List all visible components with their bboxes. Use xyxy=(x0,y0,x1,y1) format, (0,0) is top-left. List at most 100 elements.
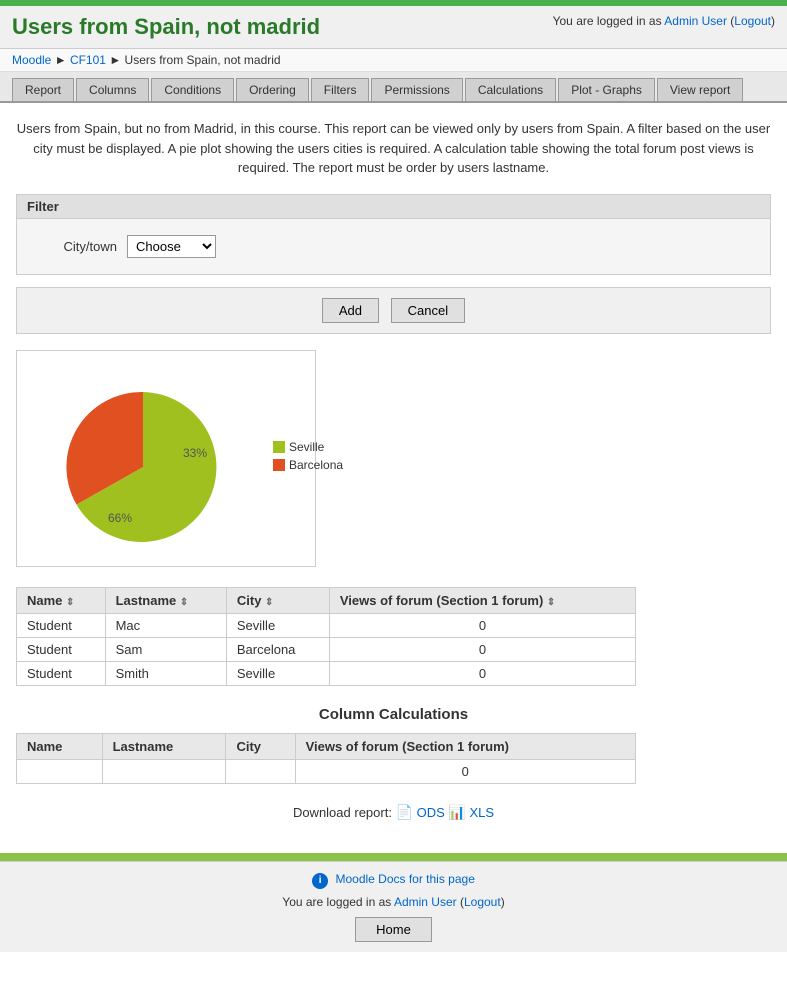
row2-name: Student xyxy=(17,637,106,661)
footer-logout-link[interactable]: Logout xyxy=(464,895,501,909)
table-row: Student Mac Seville 0 xyxy=(17,613,636,637)
legend-seville: Seville xyxy=(273,440,343,454)
footer-docs: i Moodle Docs for this page xyxy=(10,872,777,889)
cf101-link[interactable]: CF101 xyxy=(70,53,106,67)
chart-inner: 33% 66% Seville Barcelona xyxy=(33,367,299,550)
tab-permissions[interactable]: Permissions xyxy=(371,78,462,101)
row3-name: Student xyxy=(17,661,106,685)
calculations-section: Column Calculations Name Lastname City V… xyxy=(16,706,771,784)
xls-link[interactable]: XLS xyxy=(469,805,494,820)
legend-barcelona: Barcelona xyxy=(273,458,343,472)
sort-city-icon: ⇕ xyxy=(265,597,273,608)
row3-city: Seville xyxy=(226,661,329,685)
footer: i Moodle Docs for this page You are logg… xyxy=(0,861,787,952)
footer-user-link[interactable]: Admin User xyxy=(394,895,457,909)
row1-name: Student xyxy=(17,613,106,637)
tab-columns[interactable]: Columns xyxy=(76,78,149,101)
th-views[interactable]: Views of forum (Section 1 forum) ⇕ xyxy=(329,587,635,613)
calc-title: Column Calculations xyxy=(16,706,771,723)
logout-link[interactable]: Logout xyxy=(734,14,771,28)
row3-lastname: Smith xyxy=(105,661,226,685)
calc-th-city: City xyxy=(226,733,295,759)
calc-header-row: Name Lastname City Views of forum (Secti… xyxy=(17,733,636,759)
pie-svg: 33% 66% xyxy=(33,367,253,547)
xls-icon: 📊 xyxy=(448,804,465,820)
row1-lastname: Mac xyxy=(105,613,226,637)
th-city[interactable]: City ⇕ xyxy=(226,587,329,613)
row2-city: Barcelona xyxy=(226,637,329,661)
footer-login-text: You are logged in as xyxy=(282,895,391,909)
moodle-link[interactable]: Moodle xyxy=(12,53,51,67)
calc-th-name: Name xyxy=(17,733,103,759)
tab-report[interactable]: Report xyxy=(12,78,74,101)
header: Users from Spain, not madrid You are log… xyxy=(0,6,787,49)
breadcrumb: Moodle ► CF101 ► Users from Spain, not m… xyxy=(0,49,787,72)
filter-label: City/town xyxy=(37,239,117,254)
docs-link[interactable]: Moodle Docs for this page xyxy=(335,872,474,886)
tab-calculations[interactable]: Calculations xyxy=(465,78,556,101)
table-body: Student Mac Seville 0 Student Sam Barcel… xyxy=(17,613,636,685)
calc-table: Name Lastname City Views of forum (Secti… xyxy=(16,733,636,784)
calc-row-views: 0 xyxy=(295,759,635,783)
login-info: You are logged in as Admin User (Logout) xyxy=(553,14,775,28)
th-name[interactable]: Name ⇕ xyxy=(17,587,106,613)
sort-name-icon: ⇕ xyxy=(66,597,74,608)
chart-container: 33% 66% Seville Barcelona xyxy=(16,350,316,567)
barcelona-label: Barcelona xyxy=(289,458,343,472)
sort-views-icon: ⇕ xyxy=(547,597,555,608)
row1-views: 0 xyxy=(329,613,635,637)
pie-chart: 33% 66% xyxy=(33,367,253,550)
calc-th-lastname: Lastname xyxy=(102,733,226,759)
table-row: Student Smith Seville 0 xyxy=(17,661,636,685)
current-page: Users from Spain, not madrid xyxy=(125,53,281,67)
calc-row: 0 xyxy=(17,759,636,783)
page-title: Users from Spain, not madrid xyxy=(12,14,320,40)
tab-conditions[interactable]: Conditions xyxy=(151,78,234,101)
tab-view-report[interactable]: View report xyxy=(657,78,743,101)
table-header-row: Name ⇕ Lastname ⇕ City ⇕ Views of forum … xyxy=(17,587,636,613)
chart-legend: Seville Barcelona xyxy=(273,440,343,476)
filter-body: City/town Choose Seville Barcelona xyxy=(17,219,770,274)
description-text: Users from Spain, but no from Madrid, in… xyxy=(16,119,771,178)
table-row: Student Sam Barcelona 0 xyxy=(17,637,636,661)
nav-tabs: Report Columns Conditions Ordering Filte… xyxy=(0,72,787,103)
seville-pct-label: 66% xyxy=(108,511,132,525)
barcelona-color xyxy=(273,459,285,471)
sep2: ► xyxy=(109,53,121,67)
filter-title: Filter xyxy=(17,195,770,219)
th-lastname[interactable]: Lastname ⇕ xyxy=(105,587,226,613)
data-table-wrapper: Name ⇕ Lastname ⇕ City ⇕ Views of forum … xyxy=(16,587,771,686)
tab-ordering[interactable]: Ordering xyxy=(236,78,309,101)
row1-city: Seville xyxy=(226,613,329,637)
ods-link[interactable]: ODS xyxy=(417,805,445,820)
cancel-button[interactable]: Cancel xyxy=(391,298,465,323)
login-text: You are logged in as xyxy=(553,14,662,28)
ods-icon: 📄 xyxy=(396,804,413,820)
sep1: ► xyxy=(55,53,67,67)
data-table: Name ⇕ Lastname ⇕ City ⇕ Views of forum … xyxy=(16,587,636,686)
seville-label: Seville xyxy=(289,440,324,454)
footer-login-row: You are logged in as Admin User (Logout) xyxy=(10,895,777,909)
tab-filters[interactable]: Filters xyxy=(311,78,370,101)
buttons-area: Add Cancel xyxy=(16,287,771,334)
info-icon: i xyxy=(312,873,328,889)
footer-green-bar xyxy=(0,853,787,861)
barcelona-pct-label: 33% xyxy=(183,446,207,460)
calc-th-views: Views of forum (Section 1 forum) xyxy=(295,733,635,759)
tab-plot-graphs[interactable]: Plot - Graphs xyxy=(558,78,655,101)
admin-user-link[interactable]: Admin User xyxy=(664,14,727,28)
home-button[interactable]: Home xyxy=(355,917,432,942)
calc-row-name xyxy=(17,759,103,783)
main-content: Users from Spain, but no from Madrid, in… xyxy=(0,103,787,853)
add-button[interactable]: Add xyxy=(322,298,379,323)
calc-row-city xyxy=(226,759,295,783)
row3-views: 0 xyxy=(329,661,635,685)
footer-home: Home xyxy=(10,917,777,942)
sort-lastname-icon: ⇕ xyxy=(180,597,188,608)
calc-row-lastname xyxy=(102,759,226,783)
calc-body: 0 xyxy=(17,759,636,783)
filter-section: Filter City/town Choose Seville Barcelon… xyxy=(16,194,771,275)
row2-views: 0 xyxy=(329,637,635,661)
seville-color xyxy=(273,441,285,453)
city-select[interactable]: Choose Seville Barcelona xyxy=(127,235,216,258)
